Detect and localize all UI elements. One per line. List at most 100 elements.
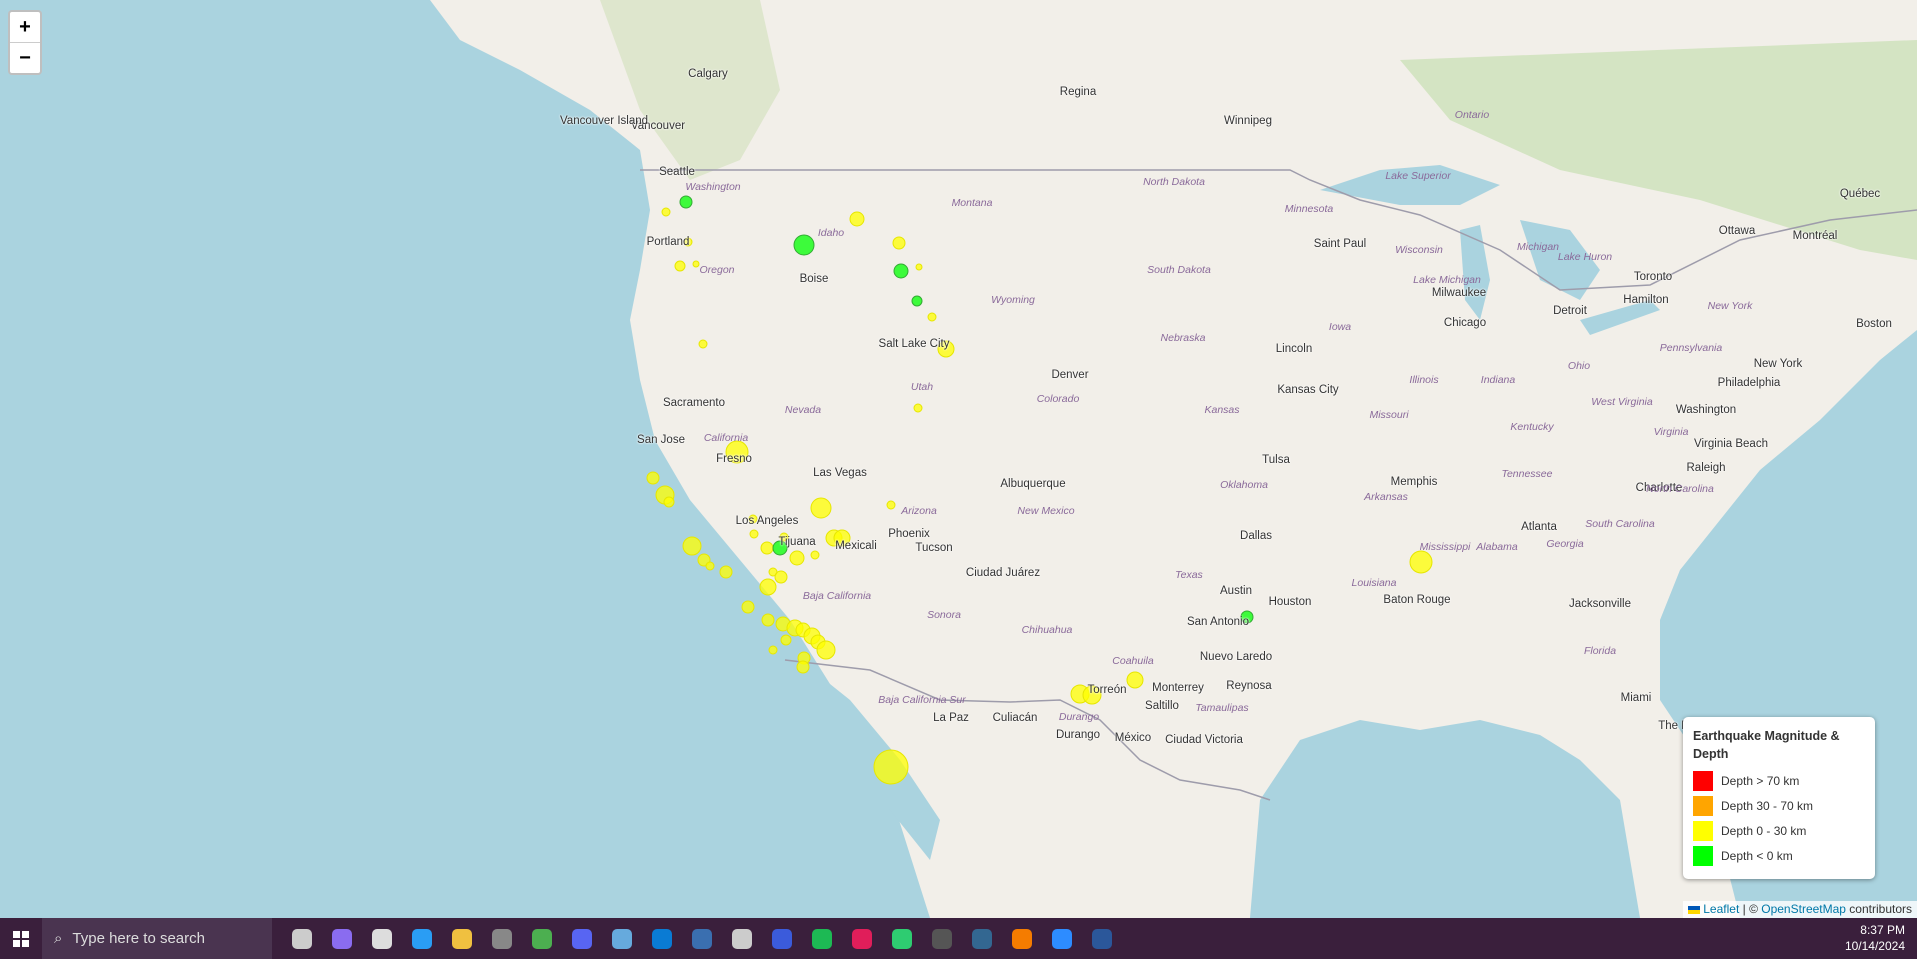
attribution-suffix: contributors	[1845, 902, 1912, 916]
earthquake-marker[interactable]	[749, 529, 759, 539]
gulf-of-mexico	[1250, 720, 1640, 918]
region-label: Idaho	[817, 227, 845, 239]
earthquake-marker[interactable]	[768, 645, 778, 655]
city-label: Montréal	[1792, 230, 1838, 242]
earthquake-marker[interactable]	[893, 263, 909, 279]
earthquake-marker[interactable]	[915, 263, 923, 271]
city-label: Reynosa	[1226, 680, 1272, 692]
obs-icon[interactable]	[482, 918, 522, 959]
notepad-icon[interactable]	[682, 918, 722, 959]
earthquake-marker[interactable]	[1409, 550, 1433, 574]
earthquake-marker[interactable]	[646, 471, 660, 485]
earthquake-marker[interactable]	[892, 236, 906, 250]
earthquake-marker[interactable]	[793, 234, 815, 256]
legend-item: Depth > 70 km	[1693, 768, 1865, 793]
terminal-icon[interactable]	[922, 918, 962, 959]
region-label: Alabama	[1476, 541, 1518, 553]
system-clock[interactable]: 8:37 PM 10/14/2024	[1845, 922, 1905, 954]
zoom-in-button[interactable]: +	[10, 12, 40, 43]
legend-label: Depth 30 - 70 km	[1721, 798, 1814, 813]
earthquake-marker[interactable]	[913, 403, 923, 413]
region-label: Colorado	[1036, 393, 1080, 405]
earthquake-marker[interactable]	[679, 195, 693, 209]
zoom-out-button[interactable]: −	[10, 43, 40, 73]
region-label: Oklahoma	[1220, 479, 1268, 491]
region-label: Wyoming	[991, 294, 1035, 306]
region-label: Illinois	[1409, 374, 1439, 386]
task-view-icon[interactable]	[282, 918, 322, 959]
city-label: Jacksonville	[1569, 598, 1631, 610]
region-label: South Carolina	[1585, 518, 1655, 530]
legend-label: Depth 0 - 30 km	[1721, 823, 1807, 838]
taskbar-search[interactable]: ⌕ Type here to search	[42, 918, 272, 959]
earthquake-marker[interactable]	[1126, 671, 1144, 689]
circle-icon[interactable]	[882, 918, 922, 959]
region-label: New Mexico	[1017, 505, 1075, 517]
earthquake-marker[interactable]	[705, 561, 715, 571]
earthquake-marker[interactable]	[796, 660, 810, 674]
region-label: Michigan	[1516, 241, 1560, 253]
city-label: Fresno	[716, 453, 752, 465]
edge-icon[interactable]	[402, 918, 442, 959]
earthquake-marker[interactable]	[661, 207, 671, 217]
earthquake-marker[interactable]	[698, 339, 708, 349]
postgres-icon[interactable]	[962, 918, 1002, 959]
city-label: Milwaukee	[1431, 287, 1487, 299]
earthquake-marker[interactable]	[849, 211, 865, 227]
earthquake-marker[interactable]	[810, 497, 832, 519]
earthquake-marker[interactable]	[873, 749, 909, 785]
region-label: West Virginia	[1591, 396, 1653, 408]
discord-icon[interactable]	[562, 918, 602, 959]
spotify-icon[interactable]	[802, 918, 842, 959]
earthquake-marker[interactable]	[816, 640, 836, 660]
webcam-icon[interactable]	[362, 918, 402, 959]
windows-start-icon[interactable]	[0, 918, 42, 959]
city-label: Atlanta	[1521, 521, 1557, 533]
word-icon[interactable]	[1082, 918, 1122, 959]
app-icon[interactable]	[602, 918, 642, 959]
osm-link[interactable]: OpenStreetMap	[1761, 902, 1846, 916]
region-label: Utah	[910, 381, 934, 393]
leaflet-link[interactable]: Leaflet	[1703, 902, 1739, 916]
city-label: Detroit	[1553, 305, 1587, 317]
map-container[interactable]: Calgary Regina Winnipeg Vancouver Vancouver …	[0, 0, 1917, 918]
earthquake-marker[interactable]	[886, 500, 896, 510]
earthquake-marker[interactable]	[741, 600, 755, 614]
earthquake-marker[interactable]	[719, 565, 733, 579]
city-label: Boise	[799, 273, 829, 285]
region-label: Pennsylvania	[1659, 342, 1723, 354]
earthquake-marker[interactable]	[761, 613, 775, 627]
city-label: Boston	[1856, 318, 1892, 330]
earthquake-marker[interactable]	[682, 536, 702, 556]
earthquake-marker[interactable]	[911, 295, 923, 307]
vscode-icon[interactable]	[642, 918, 682, 959]
clock-date: 10/14/2024	[1844, 939, 1905, 953]
earthquake-marker[interactable]	[674, 260, 686, 272]
region-label: Baja California Sur	[878, 694, 966, 706]
attribution: Leaflet | © OpenStreetMap contributors	[1682, 901, 1917, 918]
chrome-icon[interactable]	[522, 918, 562, 959]
earthquake-marker[interactable]	[780, 634, 792, 646]
v-icon[interactable]	[762, 918, 802, 959]
zoom-icon[interactable]	[1042, 918, 1082, 959]
earthquake-marker[interactable]	[810, 550, 820, 560]
earthquake-marker[interactable]	[692, 260, 700, 268]
region-label: Washington	[685, 181, 741, 193]
legend-label: Depth < 0 km	[1721, 848, 1793, 863]
copilot-icon[interactable]	[322, 918, 362, 959]
file-explorer-icon[interactable]	[442, 918, 482, 959]
chrome-canary-icon[interactable]	[1002, 918, 1042, 959]
region-label: Tamaulipas	[1195, 702, 1249, 714]
earthquake-marker[interactable]	[789, 550, 805, 566]
settings-icon[interactable]	[722, 918, 762, 959]
earthquake-marker[interactable]	[759, 578, 777, 596]
city-label: Raleigh	[1686, 462, 1726, 474]
region-label: Lake Huron	[1557, 251, 1613, 263]
earthquake-marker[interactable]	[927, 312, 937, 322]
slack-icon[interactable]	[842, 918, 882, 959]
region-label: North Carolina	[1646, 483, 1714, 495]
legend-label: Depth > 70 km	[1721, 773, 1800, 788]
earthquake-marker[interactable]	[760, 541, 774, 555]
earthquake-marker[interactable]	[663, 496, 675, 508]
earthquake-marker[interactable]	[774, 570, 788, 584]
